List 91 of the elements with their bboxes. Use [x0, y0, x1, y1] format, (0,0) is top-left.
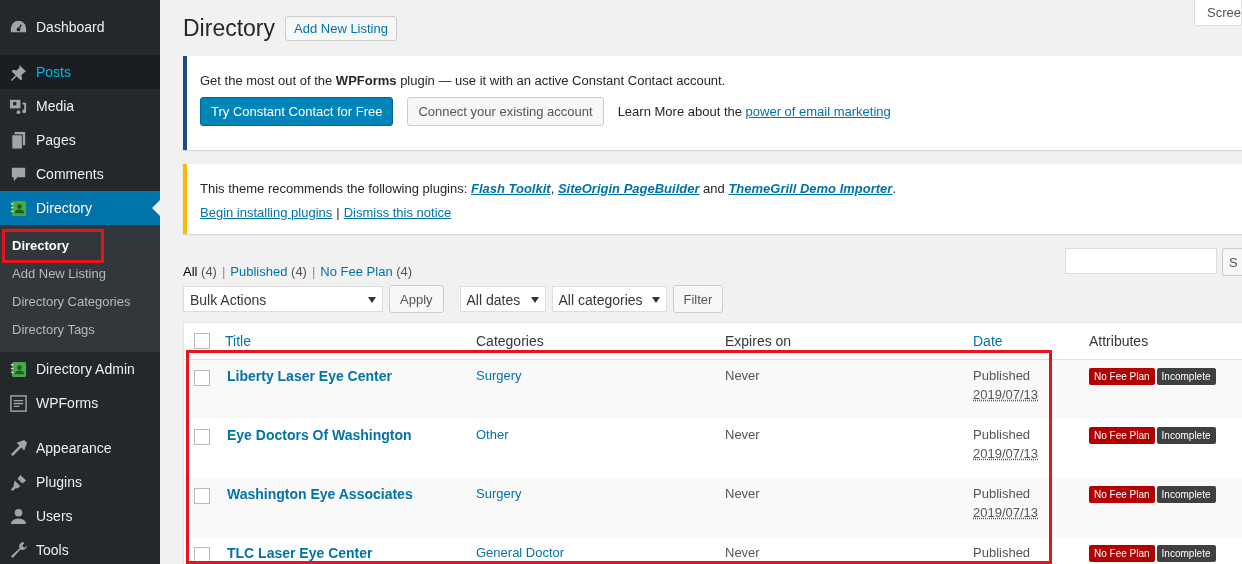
date-text: 2019/07/13 — [973, 446, 1039, 461]
wrench-icon — [9, 540, 28, 560]
date-text: 2019/07/13 — [973, 387, 1039, 402]
status-text: Published — [973, 486, 1031, 501]
category-link[interactable]: Surgery — [476, 486, 522, 501]
screen-options-tab[interactable]: Scree — [1194, 0, 1242, 26]
column-header[interactable]: Date — [973, 333, 1003, 349]
listing-title-link[interactable]: Liberty Laser Eye Center — [227, 368, 392, 384]
plugin-link[interactable]: SiteOrigin PageBuilder — [557, 181, 700, 196]
submenu-item[interactable]: Directory — [0, 232, 160, 260]
email-marketing-link[interactable]: power of email marketing — [745, 104, 891, 119]
plug-icon — [9, 472, 28, 492]
select-all-checkbox[interactable] — [194, 333, 210, 349]
separator-text: | — [311, 264, 316, 279]
menu-item[interactable]: Comments — [0, 157, 160, 191]
address-book-icon — [9, 359, 28, 379]
pushpin-icon — [9, 62, 28, 82]
category-link[interactable]: Other — [476, 427, 509, 442]
filter-button[interactable]: Filter — [672, 285, 724, 313]
status-badge: Incomplete — [1156, 427, 1216, 444]
plugin-recommendation-text: This theme recommends the following plugins: Flash Toolkit, SiteOrigin PageBuilder and ThemeGrill Demo Importer. — [200, 181, 898, 196]
caret-icon — [530, 297, 539, 303]
notice-link[interactable]: Dismiss this notice — [343, 205, 452, 220]
connect-account-button[interactable]: Connect your existing account — [407, 97, 604, 126]
apply-button[interactable]: Apply — [389, 285, 444, 313]
address-book-icon — [9, 198, 28, 218]
category-link[interactable]: Surgery — [476, 368, 522, 383]
menu-item[interactable]: Plugins — [0, 465, 160, 499]
plugin-link[interactable]: Flash Toolkit — [470, 181, 551, 196]
date-text: 2019/07/13 — [973, 505, 1039, 520]
status-badge: No Fee Plan — [1089, 545, 1155, 562]
page-title: Directory — [183, 14, 275, 42]
row-checkbox[interactable] — [194, 429, 210, 445]
pages-icon — [9, 130, 28, 150]
bulk-actions-dropdown[interactable]: Bulk Actions — [183, 286, 383, 312]
caret-icon — [651, 297, 660, 303]
status-text: Published — [973, 545, 1031, 560]
expires-text: Never — [725, 545, 760, 560]
paintbrush-icon — [9, 438, 28, 458]
menu-item[interactable]: Media — [0, 89, 160, 123]
submenu-item[interactable]: Directory Tags — [0, 316, 160, 344]
menu-item[interactable]: Appearance — [0, 431, 160, 465]
status-badge: Incomplete — [1156, 368, 1216, 385]
menu-item[interactable]: Tools — [0, 533, 160, 564]
add-new-listing-button[interactable]: Add New Listing — [285, 15, 397, 41]
separator-text: | — [221, 264, 226, 279]
column-header: Categories — [476, 333, 544, 349]
submenu-item[interactable]: Add New Listing — [0, 260, 160, 288]
expires-text: Never — [725, 427, 760, 442]
status-badge: No Fee Plan — [1089, 427, 1155, 444]
submenu-item[interactable]: Directory Categories — [0, 288, 160, 316]
expires-text: Never — [725, 368, 760, 383]
search-button[interactable]: S — [1222, 248, 1242, 276]
row-checkbox[interactable] — [194, 370, 210, 386]
listing-title-link[interactable]: Washington Eye Associates — [227, 486, 413, 502]
menu-item[interactable]: Posts — [0, 55, 160, 89]
view-filter-link[interactable]: Published (4) — [230, 264, 307, 279]
menu-item[interactable]: Pages — [0, 123, 160, 157]
menu-item[interactable]: Directory — [0, 191, 160, 225]
search-field[interactable] — [1065, 248, 1217, 274]
expires-text: Never — [725, 486, 760, 501]
form-icon — [9, 393, 28, 413]
notice-link[interactable]: Begin installing plugins — [200, 205, 333, 220]
view-filter-link[interactable]: No Fee Plan (4) — [320, 264, 413, 279]
status-text: Published — [973, 368, 1031, 383]
menu-item[interactable]: Dashboard — [0, 10, 160, 44]
separator-text: | — [336, 205, 340, 220]
notice-message: Get the most out of the WPForms plugin — use it with an active Constant Contact account. — [200, 73, 727, 88]
row-checkbox[interactable] — [194, 488, 210, 504]
column-header: Expires on — [725, 333, 792, 349]
category-link[interactable]: General Doctor — [476, 545, 565, 560]
user-icon — [9, 506, 28, 526]
status-badge: No Fee Plan — [1089, 368, 1155, 385]
plugin-link[interactable]: ThemeGrill Demo Importer — [728, 181, 893, 196]
caret-icon — [368, 297, 376, 303]
listing-title-link[interactable]: TLC Laser Eye Center — [227, 545, 373, 561]
column-header: Attributes — [1089, 333, 1149, 349]
column-header[interactable]: Title — [225, 333, 251, 349]
status-text: Published — [973, 427, 1031, 442]
categories-dropdown[interactable]: All categories — [551, 286, 667, 312]
status-badge: Incomplete — [1156, 486, 1216, 503]
status-badge: No Fee Plan — [1089, 486, 1155, 503]
menu-item[interactable]: Directory Admin — [0, 352, 160, 386]
dates-dropdown[interactable]: All dates — [459, 286, 546, 312]
learn-more-text: Learn More about the power of email marketing — [617, 104, 891, 119]
try-free-button[interactable]: Try Constant Contact for Free — [200, 97, 394, 126]
menu-item[interactable]: WPForms — [0, 386, 160, 420]
menu-item[interactable]: Users — [0, 499, 160, 533]
listing-title-link[interactable]: Eye Doctors Of Washington — [227, 427, 412, 443]
status-badge: Incomplete — [1156, 545, 1216, 562]
view-filter-link[interactable]: All (4) — [183, 264, 217, 279]
